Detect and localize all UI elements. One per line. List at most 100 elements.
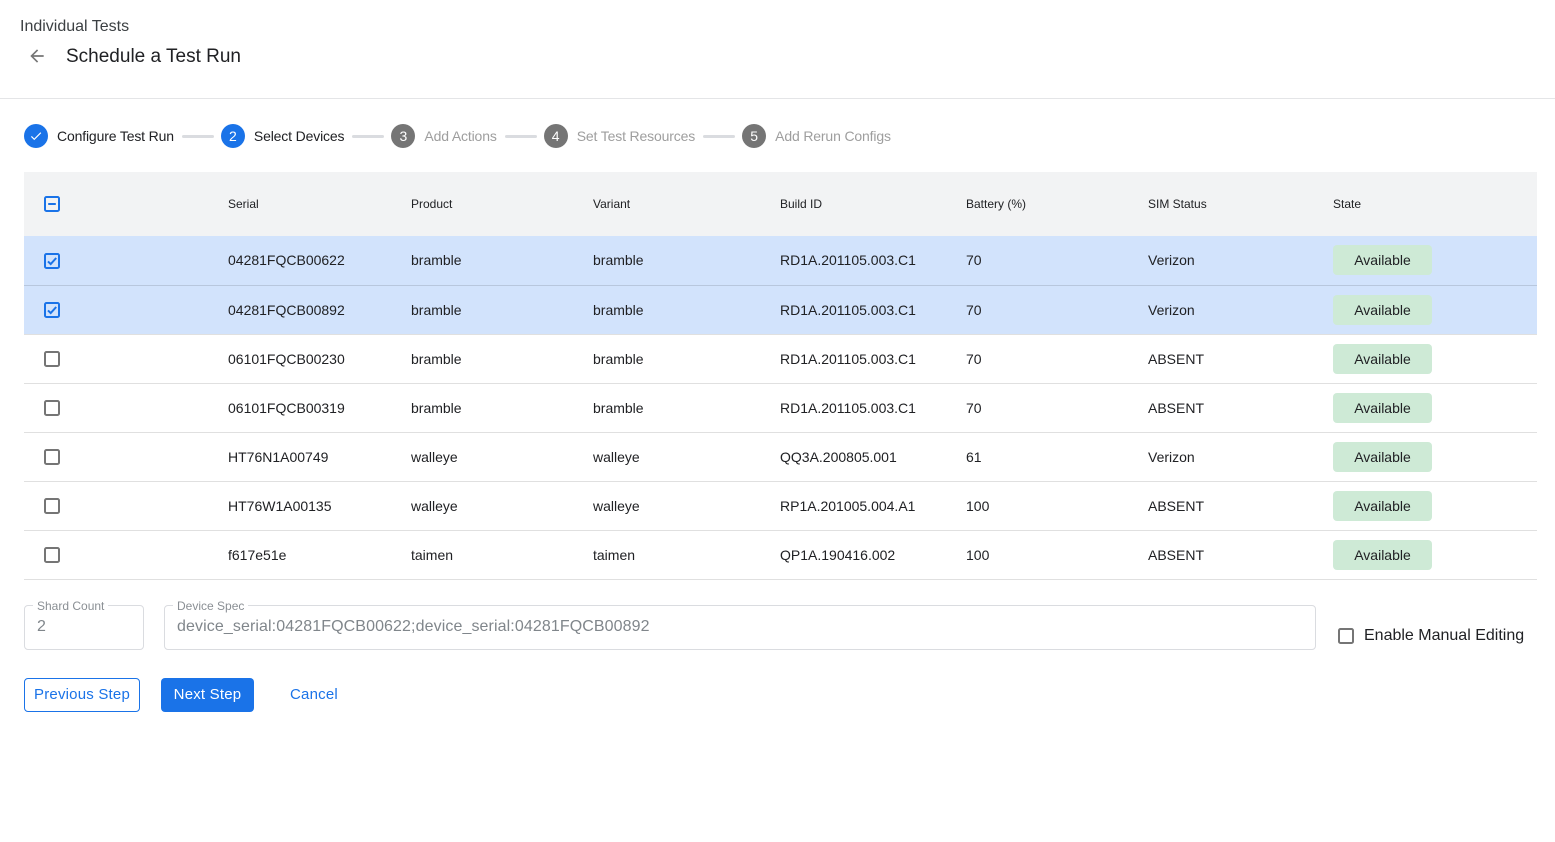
actions-row: Previous Step Next Step Cancel <box>24 678 1555 712</box>
step-connector <box>352 135 384 138</box>
cell-state: Available <box>1333 383 1537 432</box>
row-checkbox[interactable] <box>44 253 60 269</box>
step-number: 3 <box>391 124 415 148</box>
device-table-header-row: Serial Product Variant Build ID Battery … <box>24 172 1537 236</box>
header-divider <box>0 98 1555 99</box>
cell-state: Available <box>1333 530 1537 579</box>
title-row: Schedule a Test Run <box>20 45 1555 69</box>
cell-battery: 100 <box>966 481 1148 530</box>
enable-manual-editing-checkbox[interactable] <box>1338 628 1354 644</box>
cell-battery: 70 <box>966 236 1148 285</box>
step-connector <box>703 135 735 138</box>
step-select-devices[interactable]: 2 Select Devices <box>221 124 345 148</box>
page-title: Schedule a Test Run <box>66 46 241 68</box>
cell-state: Available <box>1333 481 1537 530</box>
step-add-actions[interactable]: 3Add Actions <box>391 124 496 148</box>
previous-step-button[interactable]: Previous Step <box>24 678 140 712</box>
row-checkbox[interactable] <box>44 547 60 563</box>
cancel-button[interactable]: Cancel <box>290 678 338 712</box>
device-table-body: 04281FQCB00622bramblebrambleRD1A.201105.… <box>24 236 1537 579</box>
cell-variant: bramble <box>593 383 780 432</box>
row-checkbox[interactable] <box>44 449 60 465</box>
device-spec-field: Device Spec <box>164 605 1316 650</box>
column-header-battery: Battery (%) <box>966 172 1148 236</box>
step-add-rerun-configs[interactable]: 5Add Rerun Configs <box>742 124 891 148</box>
breadcrumb: Individual Tests <box>20 19 1555 35</box>
column-header-sim-status: SIM Status <box>1148 172 1333 236</box>
cell-battery: 70 <box>966 383 1148 432</box>
cell-serial: HT76N1A00749 <box>228 432 411 481</box>
arrow-back-icon <box>27 46 47 69</box>
state-badge: Available <box>1333 344 1432 374</box>
cell-serial: 06101FQCB00319 <box>228 383 411 432</box>
cell-sim-status: Verizon <box>1148 236 1333 285</box>
step-number: 2 <box>221 124 245 148</box>
cell-product: bramble <box>411 285 593 334</box>
cell-serial: 04281FQCB00892 <box>228 285 411 334</box>
state-badge: Available <box>1333 442 1432 472</box>
device-row[interactable]: HT76N1A00749walleyewalleyeQQ3A.200805.00… <box>24 432 1537 481</box>
device-row[interactable]: 04281FQCB00892bramblebrambleRD1A.201105.… <box>24 285 1537 334</box>
step-set-test-resources[interactable]: 4 Set Test Resources <box>544 124 695 148</box>
cell-sim-status: Verizon <box>1148 432 1333 481</box>
step-label: Set Test Resources <box>577 128 695 144</box>
state-badge: Available <box>1333 393 1432 423</box>
cell-battery: 61 <box>966 432 1148 481</box>
cell-variant: bramble <box>593 334 780 383</box>
column-header-variant: Variant <box>593 172 780 236</box>
column-header-serial: Serial <box>228 172 411 236</box>
cell-product: walleye <box>411 481 593 530</box>
state-badge: Available <box>1333 295 1432 325</box>
form-row: Shard Count Device Spec Enable Manual Ed… <box>24 605 1555 650</box>
row-checkbox[interactable] <box>44 302 60 318</box>
shard-count-field: Shard Count <box>24 605 144 650</box>
back-button[interactable] <box>25 45 49 69</box>
cell-battery: 70 <box>966 285 1148 334</box>
step-number: 5 <box>742 124 766 148</box>
cell-state: Available <box>1333 334 1537 383</box>
device-row[interactable]: 04281FQCB00622bramblebrambleRD1A.201105.… <box>24 236 1537 285</box>
page-header: Individual Tests Schedule a Test Run <box>0 0 1555 69</box>
cell-sim-status: ABSENT <box>1148 481 1333 530</box>
cell-serial: 06101FQCB00230 <box>228 334 411 383</box>
row-checkbox[interactable] <box>44 351 60 367</box>
select-all-checkbox[interactable] <box>44 196 60 212</box>
step-label: Select Devices <box>254 128 345 144</box>
device-row[interactable]: 06101FQCB00230bramblebrambleRD1A.201105.… <box>24 334 1537 383</box>
cell-serial: f617e51e <box>228 530 411 579</box>
cell-sim-status: ABSENT <box>1148 383 1333 432</box>
cell-battery: 70 <box>966 334 1148 383</box>
cell-build-id: RD1A.201105.003.C1 <box>780 383 966 432</box>
state-badge: Available <box>1333 245 1432 275</box>
cell-build-id: RD1A.201105.003.C1 <box>780 236 966 285</box>
step-configure-test-run[interactable]: Configure Test Run <box>24 124 174 148</box>
next-step-button[interactable]: Next Step <box>161 678 254 712</box>
cell-variant: bramble <box>593 236 780 285</box>
device-row[interactable]: HT76W1A00135walleyewalleyeRP1A.201005.00… <box>24 481 1537 530</box>
cell-sim-status: Verizon <box>1148 285 1333 334</box>
cell-build-id: QQ3A.200805.001 <box>780 432 966 481</box>
cell-build-id: QP1A.190416.002 <box>780 530 966 579</box>
cell-variant: taimen <box>593 530 780 579</box>
cell-build-id: RP1A.201005.004.A1 <box>780 481 966 530</box>
device-row[interactable]: 06101FQCB00319bramblebrambleRD1A.201105.… <box>24 383 1537 432</box>
cell-variant: walleye <box>593 432 780 481</box>
cell-product: bramble <box>411 383 593 432</box>
cell-variant: walleye <box>593 481 780 530</box>
device-spec-input[interactable] <box>165 606 1315 649</box>
column-header-build-id: Build ID <box>780 172 966 236</box>
cell-battery: 100 <box>966 530 1148 579</box>
enable-manual-editing-toggle[interactable]: Enable Manual Editing <box>1338 627 1524 645</box>
device-row[interactable]: f617e51etaimentaimenQP1A.190416.002100AB… <box>24 530 1537 579</box>
shard-count-label: Shard Count <box>33 599 108 613</box>
cell-sim-status: ABSENT <box>1148 530 1333 579</box>
step-number: 4 <box>544 124 568 148</box>
cell-state: Available <box>1333 285 1537 334</box>
row-checkbox[interactable] <box>44 400 60 416</box>
cell-product: bramble <box>411 334 593 383</box>
cell-variant: bramble <box>593 285 780 334</box>
device-table: Serial Product Variant Build ID Battery … <box>24 172 1537 580</box>
step-check-icon <box>24 124 48 148</box>
row-checkbox[interactable] <box>44 498 60 514</box>
cell-product: taimen <box>411 530 593 579</box>
